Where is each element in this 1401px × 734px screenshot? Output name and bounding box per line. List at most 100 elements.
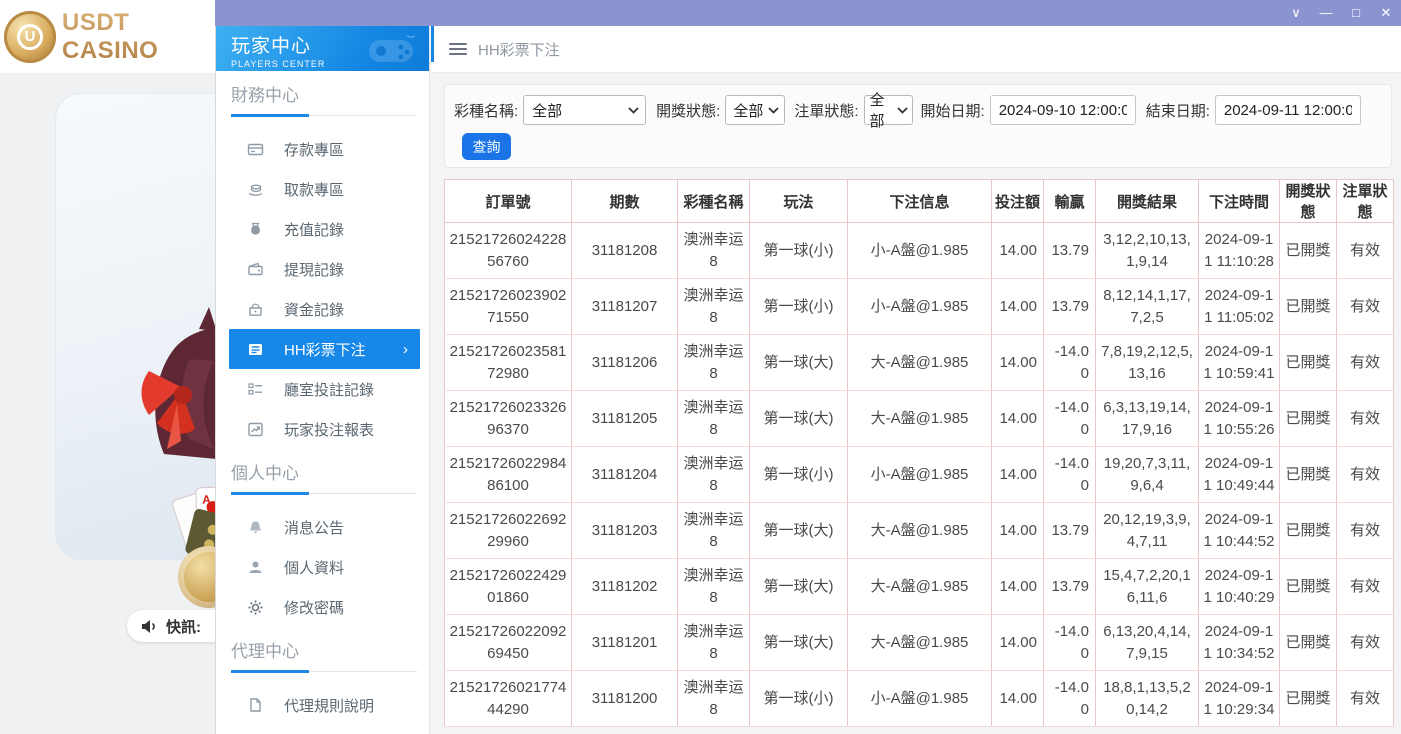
start-date-label: 開始日期:	[921, 100, 985, 121]
sidebar-item[interactable]: HH彩票下注›	[229, 329, 420, 369]
cell-lottery-name: 澳洲幸运8	[678, 279, 750, 335]
sidebar-item[interactable]: 消息公告	[216, 507, 429, 547]
column-header-play-type: 玩法	[750, 180, 848, 223]
sidebar-item[interactable]: 取款專區	[216, 169, 429, 209]
cell-bet-time: 2024-09-11 11:05:02	[1199, 279, 1280, 335]
sidebar-item-label: 充值記錄	[284, 219, 344, 240]
sidebar-item[interactable]: 提現記錄	[216, 249, 429, 289]
end-date-input[interactable]	[1215, 95, 1361, 125]
cell-win-loss: 13.79	[1044, 503, 1096, 559]
cell-bet-time: 2024-09-11 10:59:41	[1199, 335, 1280, 391]
maximize-icon[interactable]: □	[1341, 0, 1371, 26]
cell-draw-result: 18,8,1,13,5,20,14,2	[1096, 671, 1199, 727]
cell-draw-result: 8,12,14,1,17,7,2,5	[1096, 279, 1199, 335]
sidebar-item[interactable]: 玩家投注報表	[216, 409, 429, 449]
sidebar-header: 玩家中心 PLAYERS CENTER	[216, 26, 429, 71]
cell-lottery-name: 澳洲幸运8	[678, 391, 750, 447]
filter-panel: 彩種名稱: 全部 開獎狀態: 全部 注單狀態: 全部 開始日期: 結束日期: 查…	[444, 84, 1392, 168]
search-button[interactable]: 查詢	[462, 133, 511, 160]
sidebar-item-label: 廳室投註記錄	[284, 379, 374, 400]
order-status-select[interactable]: 全部	[864, 95, 913, 125]
cell-draw-status: 已開獎	[1280, 279, 1337, 335]
cell-bet-time: 2024-09-11 10:44:52	[1199, 503, 1280, 559]
cell-lottery-name: 澳洲幸运8	[678, 335, 750, 391]
cell-play-type: 第一球(小)	[750, 223, 848, 279]
cell-bet-amount: 14.00	[992, 447, 1044, 503]
svg-text:A: A	[202, 492, 211, 506]
cell-bet-info: 小-A盤@1.985	[848, 223, 992, 279]
header-accent-bar	[431, 26, 434, 62]
sidebar-item-label: 取款專區	[284, 179, 344, 200]
gear-icon	[246, 598, 264, 616]
cell-win-loss: -14.00	[1044, 671, 1096, 727]
start-date-input[interactable]	[990, 95, 1136, 125]
cell-bet-info: 大-A盤@1.985	[848, 335, 992, 391]
cell-order-no: 2152172602177444290	[445, 671, 572, 727]
brand-coin-icon: U	[4, 11, 56, 63]
table-row: 215217260233269637031181205澳洲幸运8第一球(大)大-…	[445, 391, 1394, 447]
section-title: 代理中心	[231, 637, 414, 662]
section-underline	[231, 670, 417, 673]
hall-records-icon	[246, 380, 264, 398]
cell-order-no: 2152172602358172980	[445, 335, 572, 391]
chevron-down-icon	[628, 107, 639, 114]
sidebar-item[interactable]: 修改密碼	[216, 587, 429, 627]
cell-bet-info: 大-A盤@1.985	[848, 391, 992, 447]
minimize-icon[interactable]: —	[1311, 0, 1341, 26]
news-label: 快訊:	[166, 616, 201, 637]
cell-bet-amount: 14.00	[992, 671, 1044, 727]
table-row: 215217260217744429031181200澳洲幸运8第一球(小)小-…	[445, 671, 1394, 727]
speaker-icon	[141, 619, 158, 634]
draw-status-select[interactable]: 全部	[725, 95, 785, 125]
cell-bet-amount: 14.00	[992, 279, 1044, 335]
table-row: 215217260242285676031181208澳洲幸运8第一球(小)小-…	[445, 223, 1394, 279]
bets-table: 訂單號期數彩種名稱玩法下注信息投注額輸贏開獎結果下注時間開獎狀態注單狀態2152…	[444, 179, 1394, 727]
mascot-character-illustration: A	[119, 289, 215, 559]
cell-draw-status: 已開獎	[1280, 503, 1337, 559]
column-header-draw-result: 開獎結果	[1096, 180, 1199, 223]
document-icon	[246, 696, 264, 714]
menu-toggle-icon[interactable]	[449, 43, 467, 55]
cell-play-type: 第一球(小)	[750, 671, 848, 727]
cell-lottery-name: 澳洲幸运8	[678, 559, 750, 615]
cell-play-type: 第一球(小)	[750, 279, 848, 335]
sidebar-item[interactable]: 代理規則說明	[216, 685, 429, 725]
lottery-name-select[interactable]: 全部	[523, 95, 646, 125]
cell-lottery-name: 澳洲幸运8	[678, 671, 750, 727]
sidebar-item-label: HH彩票下注	[284, 339, 366, 360]
table-header-row: 訂單號期數彩種名稱玩法下注信息投注額輸贏開獎結果下注時間開獎狀態注單狀態	[445, 180, 1394, 223]
cell-bet-amount: 14.00	[992, 503, 1044, 559]
table-row: 215217260235817298031181206澳洲幸运8第一球(大)大-…	[445, 335, 1394, 391]
cell-bet-info: 小-A盤@1.985	[848, 279, 992, 335]
sidebar-item[interactable]: 廳室投註記錄	[216, 369, 429, 409]
sidebar-item-label: 代理規則說明	[284, 695, 374, 716]
sidebar-item[interactable]: 資金記錄	[216, 289, 429, 329]
bell-icon	[246, 518, 264, 536]
cell-bet-amount: 14.00	[992, 391, 1044, 447]
chevron-down-icon[interactable]: ∨	[1281, 0, 1311, 26]
cell-lottery-name: 澳洲幸运8	[678, 615, 750, 671]
cell-order-status: 有效	[1337, 447, 1394, 503]
sidebar-item[interactable]: 代理推廣管理	[216, 725, 429, 734]
column-header-win-loss: 輸贏	[1044, 180, 1096, 223]
cell-bet-info: 大-A盤@1.985	[848, 615, 992, 671]
cell-win-loss: 13.79	[1044, 223, 1096, 279]
column-header-order-status: 注單狀態	[1337, 180, 1394, 223]
breadcrumb: HH彩票下注	[478, 39, 560, 60]
sidebar-item-label: 個人資料	[284, 557, 344, 578]
sidebar-item[interactable]: 個人資料	[216, 547, 429, 587]
close-icon[interactable]: ✕	[1371, 0, 1401, 26]
wallet-icon	[246, 260, 264, 278]
cell-bet-time: 2024-09-11 10:49:44	[1199, 447, 1280, 503]
cell-play-type: 第一球(小)	[750, 447, 848, 503]
brand-name: USDT CASINO	[62, 9, 215, 65]
cell-draw-result: 6,3,13,19,14,17,9,16	[1096, 391, 1199, 447]
table-row: 215217260229848610031181204澳洲幸运8第一球(小)小-…	[445, 447, 1394, 503]
end-date-label: 結束日期:	[1146, 100, 1210, 121]
cell-order-status: 有效	[1337, 671, 1394, 727]
sidebar-item[interactable]: 存款專區	[216, 129, 429, 169]
sidebar-item[interactable]: 充值記錄	[216, 209, 429, 249]
report-chart-icon	[246, 420, 264, 438]
sidebar-item-label: 存款專區	[284, 139, 344, 160]
cell-play-type: 第一球(大)	[750, 503, 848, 559]
